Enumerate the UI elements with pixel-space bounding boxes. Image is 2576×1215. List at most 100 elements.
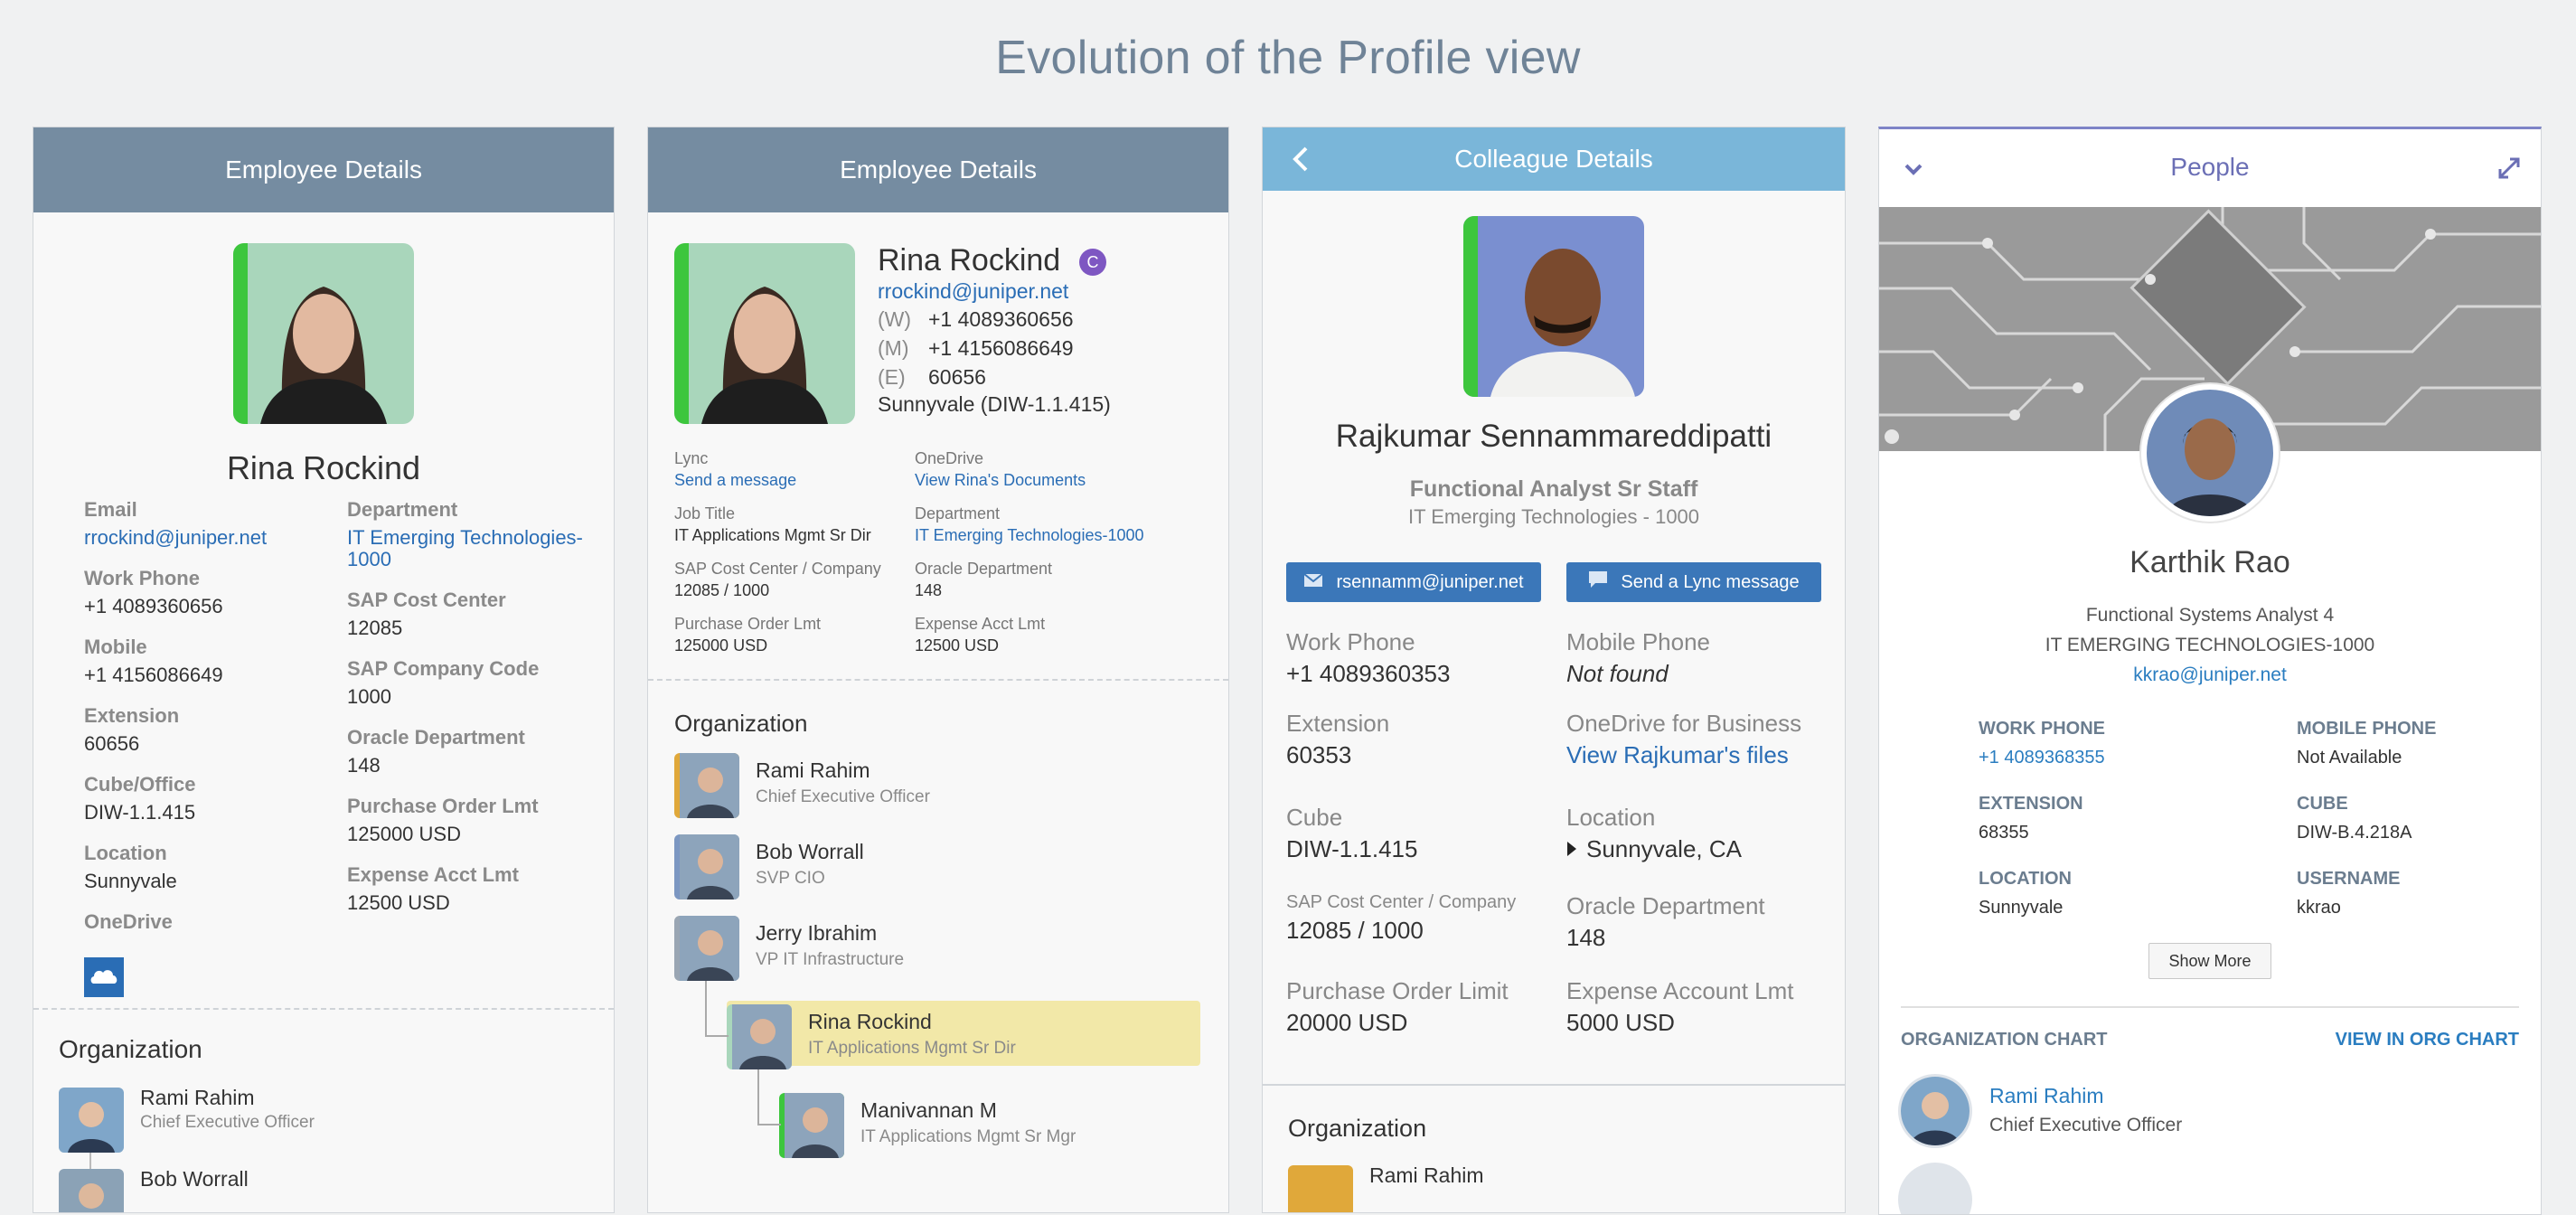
org-person-title: Chief Executive Officer bbox=[756, 787, 930, 806]
profile-photo bbox=[674, 243, 855, 424]
detail-field: Cube/Office DIW-1.1.415 bbox=[84, 773, 319, 824]
detail-label: EXTENSION bbox=[1979, 794, 2083, 814]
detail-value[interactable]: IT Emerging Technologies-1000 bbox=[915, 526, 1150, 545]
detail-label: OneDrive for Business bbox=[1566, 710, 1802, 737]
detail-field: Department IT Emerging Technologies-1000 bbox=[347, 498, 591, 570]
detail-value-text: 60353 bbox=[1286, 741, 1352, 768]
org-person-name[interactable]: Manivannan M bbox=[860, 1098, 997, 1123]
job-title: Functional Systems Analyst 4 bbox=[2085, 605, 2335, 626]
detail-field: OneDrive bbox=[84, 910, 319, 934]
detail-label: SAP Cost Center / Company bbox=[1286, 892, 1517, 912]
detail-value[interactable]: View Rina's Documents bbox=[915, 471, 1150, 490]
detail-label: Job Title bbox=[674, 504, 736, 523]
panel-header: People bbox=[1879, 129, 2541, 207]
detail-value: 12085 / 1000 bbox=[1286, 917, 1557, 945]
org-person-name[interactable]: Rami Rahim bbox=[1989, 1084, 2104, 1108]
detail-value[interactable]: Send a message bbox=[674, 471, 909, 490]
detail-value-text: Sunnyvale, CA bbox=[1586, 835, 1742, 862]
detail-field: Purchase Order Lmt 125000 USD bbox=[674, 615, 909, 655]
presence-bar bbox=[674, 243, 689, 424]
detail-value: 148 bbox=[1566, 924, 1838, 952]
detail-value-text: +1 4089360353 bbox=[1286, 660, 1451, 687]
detail-field: Lync Send a message bbox=[674, 449, 909, 490]
detail-value-text: DIW-1.1.415 bbox=[1286, 835, 1418, 862]
detail-value: Sunnyvale bbox=[84, 870, 177, 892]
org-person-name[interactable]: Bob Worrall bbox=[756, 840, 864, 864]
show-more-button[interactable]: Show More bbox=[2148, 943, 2271, 979]
org-person-name[interactable]: Rami Rahim bbox=[140, 1086, 255, 1110]
detail-label: Purchase Order Lmt bbox=[347, 795, 539, 817]
detail-value: 1000 bbox=[347, 685, 391, 708]
avatar bbox=[779, 1093, 844, 1158]
expand-icon[interactable] bbox=[2497, 156, 2521, 180]
org-connector bbox=[757, 1069, 781, 1126]
detail-field: Work Phone +1 4089360656 bbox=[84, 567, 319, 617]
lync-message-button[interactable]: Send a Lync message bbox=[1566, 562, 1821, 602]
email-link[interactable]: kkrao@juniper.net bbox=[1879, 664, 2541, 686]
email-link[interactable]: rrockind@juniper.net bbox=[878, 279, 1068, 304]
detail-label: OneDrive bbox=[84, 910, 173, 933]
detail-value[interactable]: IT Emerging Technologies-1000 bbox=[347, 527, 591, 570]
avatar bbox=[1901, 1077, 1970, 1145]
chat-icon bbox=[1588, 570, 1608, 594]
detail-label: Purchase Order Lmt bbox=[674, 615, 822, 633]
onedrive-icon[interactable] bbox=[84, 957, 124, 997]
phone-type: (E) bbox=[878, 365, 906, 389]
detail-field: Expense Account Lmt 5000 USD bbox=[1566, 977, 1838, 1037]
page-title: Evolution of the Profile view bbox=[995, 32, 1581, 84]
detail-label: Mobile Phone bbox=[1566, 628, 1710, 655]
detail-value: 60656 bbox=[84, 732, 140, 755]
detail-field: Location Sunnyvale bbox=[84, 842, 319, 892]
phone-row[interactable]: (W) +1 4089360656 bbox=[878, 307, 1074, 336]
panel-header-title: People bbox=[2170, 153, 2250, 181]
expand-caret-icon[interactable] bbox=[1566, 835, 1577, 863]
organization-heading: Organization bbox=[1288, 1115, 1427, 1142]
detail-field: Email rrockind@juniper.net bbox=[84, 498, 319, 549]
detail-label: Department bbox=[347, 498, 458, 521]
org-person-name[interactable]: Rami Rahim bbox=[756, 758, 870, 783]
detail-field: Mobile Phone Not found bbox=[1566, 628, 1838, 688]
avatar bbox=[727, 1004, 792, 1069]
detail-label: SAP Cost Center / Company bbox=[674, 560, 881, 578]
org-person-name[interactable]: Rina Rockind bbox=[808, 1010, 932, 1034]
profile-photo bbox=[233, 243, 414, 424]
panel-header: Employee Details bbox=[33, 127, 614, 212]
back-chevron-icon[interactable] bbox=[1286, 144, 1317, 174]
detail-value[interactable]: View Rajkumar's files bbox=[1566, 741, 1838, 769]
phone-number: +1 4156086649 bbox=[928, 336, 1074, 360]
detail-label: Expense Acct Lmt bbox=[915, 615, 1046, 633]
detail-field: Job Title IT Applications Mgmt Sr Dir bbox=[674, 504, 909, 545]
phone-number: 60656 bbox=[928, 365, 986, 389]
detail-value: 125000 USD bbox=[674, 636, 768, 655]
org-person-name[interactable]: Rami Rahim bbox=[1369, 1163, 1484, 1188]
avatar bbox=[674, 753, 739, 818]
view-org-chart-link[interactable]: VIEW IN ORG CHART bbox=[2329, 1030, 2519, 1050]
detail-label: MOBILE PHONE bbox=[2297, 719, 2437, 739]
org-person-name[interactable]: Bob Worrall bbox=[140, 1167, 249, 1191]
avatar bbox=[1288, 1165, 1353, 1212]
detail-field: Mobile +1 4156086649 bbox=[84, 636, 319, 686]
detail-field: Purchase Order Limit 20000 USD bbox=[1286, 977, 1557, 1037]
detail-field: Cube DIW-1.1.415 bbox=[1286, 804, 1557, 863]
detail-value: 60353 bbox=[1286, 741, 1557, 769]
org-person-name[interactable]: Jerry Ibrahim bbox=[756, 921, 877, 946]
collapse-chevron-icon[interactable] bbox=[1903, 158, 1924, 180]
detail-field: Oracle Department 148 bbox=[1566, 892, 1838, 952]
detail-value[interactable]: +1 4089368355 bbox=[1979, 748, 2277, 768]
org-person-title: Chief Executive Officer bbox=[140, 1113, 315, 1132]
organization-heading: Organization bbox=[59, 1035, 202, 1063]
section-divider bbox=[1901, 1006, 2519, 1008]
phone-row[interactable]: (E) 60656 bbox=[878, 365, 1074, 394]
phone-type: (M) bbox=[878, 336, 909, 360]
panel-header: Colleague Details bbox=[1263, 127, 1845, 191]
email-button-label: rsennamm@juniper.net bbox=[1336, 571, 1524, 592]
email-button[interactable]: rsennamm@juniper.net bbox=[1286, 562, 1541, 602]
detail-value[interactable]: rrockind@juniper.net bbox=[84, 527, 319, 549]
detail-field: CUBE DIW-B.4.218A bbox=[2297, 794, 2541, 843]
detail-value: Not Available bbox=[2297, 748, 2402, 768]
detail-label: WORK PHONE bbox=[1979, 719, 2105, 739]
phone-row[interactable]: (M) +1 4156086649 bbox=[878, 336, 1074, 365]
avatar bbox=[1901, 1165, 1970, 1214]
detail-value-text: 148 bbox=[1566, 924, 1606, 951]
detail-label: Purchase Order Limit bbox=[1286, 977, 1509, 1004]
